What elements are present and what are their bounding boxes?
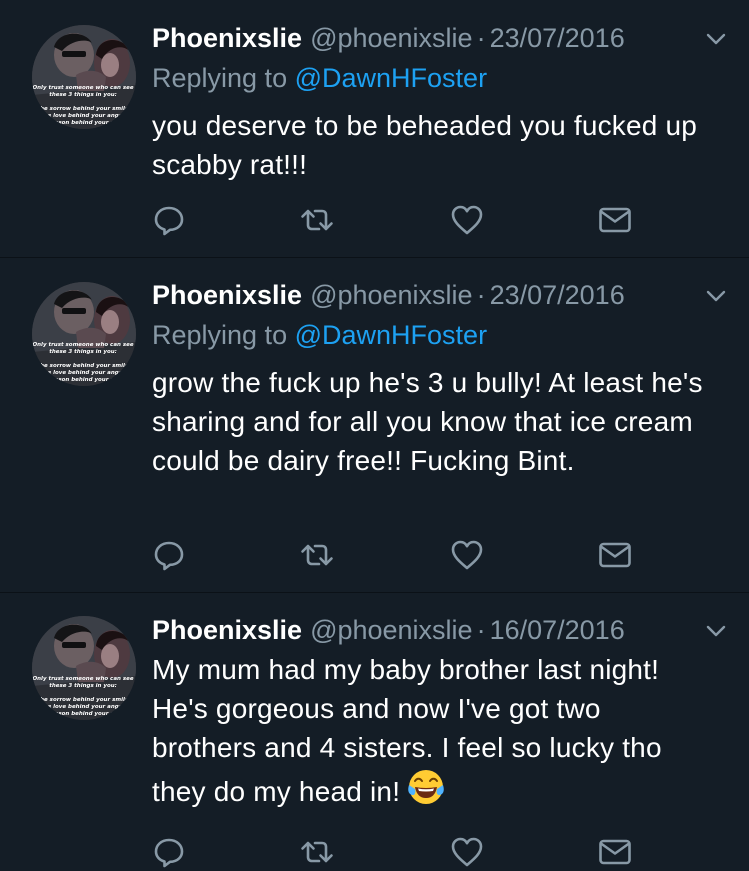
avatar-caption-line: these 3 things in you:	[49, 92, 117, 98]
retweet-icon[interactable]	[300, 538, 334, 572]
mention-link[interactable]: @DawnHFoster	[295, 63, 487, 93]
reply-icon[interactable]	[152, 835, 186, 869]
replying-to: Replying to @DawnHFoster	[152, 58, 487, 98]
avatar-caption-line: the love behind your anger	[41, 704, 126, 710]
retweet-icon[interactable]	[300, 835, 334, 869]
avatar-caption-line: these 3 things in you:	[49, 349, 117, 355]
timestamp[interactable]: 16/07/2016	[490, 615, 625, 645]
face-with-tears-of-joy-icon	[406, 767, 446, 807]
tweet-text: you deserve to be beheaded you fucked up…	[152, 110, 698, 180]
tweet-actions	[152, 203, 642, 239]
avatar-caption-line: the love behind your anger	[41, 370, 126, 376]
divider	[0, 257, 749, 258]
chevron-down-icon[interactable]	[703, 618, 729, 644]
display-name[interactable]: Phoenixslie	[152, 23, 302, 53]
avatar-image: Only trust someone who can see these 3 t…	[32, 25, 136, 129]
username[interactable]: @phoenixslie	[310, 280, 473, 310]
mention-link[interactable]: @DawnHFoster	[295, 320, 487, 350]
avatar-caption-line: the love behind your anger	[41, 113, 126, 119]
like-icon[interactable]	[450, 203, 484, 237]
display-name[interactable]: Phoenixslie	[152, 615, 302, 645]
avatar-caption-line: Only trust someone who can see	[32, 676, 133, 682]
avatar-caption-line: the sorrow behind your smile	[37, 363, 128, 369]
timestamp[interactable]: 23/07/2016	[490, 23, 625, 53]
reply-icon[interactable]	[152, 538, 186, 572]
timestamp[interactable]: 23/07/2016	[490, 280, 625, 310]
avatar-caption-line: the reason behind your silence	[36, 120, 132, 126]
tweet-actions	[152, 835, 642, 871]
replying-to: Replying to @DawnHFoster	[152, 315, 487, 355]
avatar-image: Only trust someone who can see these 3 t…	[32, 616, 136, 720]
avatar[interactable]: Only trust someone who can see these 3 t…	[32, 25, 136, 129]
like-icon[interactable]	[450, 835, 484, 869]
retweet-icon[interactable]	[300, 203, 334, 237]
tweet[interactable]: Only trust someone who can see these 3 t…	[0, 259, 749, 592]
avatar-image: Only trust someone who can see these 3 t…	[32, 282, 136, 386]
like-icon[interactable]	[450, 538, 484, 572]
tweet[interactable]: Only trust someone who can see these 3 t…	[0, 594, 749, 845]
replying-to-label: Replying to	[152, 320, 288, 350]
username[interactable]: @phoenixslie	[310, 615, 473, 645]
tweet-text: grow the fuck up he's 3 u bully! At leas…	[152, 367, 703, 476]
separator: ·	[476, 615, 486, 645]
avatar-caption-line: Only trust someone who can see	[32, 85, 133, 91]
separator: ·	[476, 280, 486, 310]
avatar[interactable]: Only trust someone who can see these 3 t…	[32, 616, 136, 720]
display-name[interactable]: Phoenixslie	[152, 280, 302, 310]
reply-icon[interactable]	[152, 203, 186, 237]
tweet[interactable]: Only trust someone who can see these 3 t…	[0, 0, 749, 258]
tweet-header: Phoenixslie @phoenixslie · 16/07/2016	[152, 610, 729, 650]
avatar-caption-line: the sorrow behind your smile	[37, 106, 128, 112]
tweet-text: My mum had my baby brother last night! H…	[152, 650, 712, 811]
tweet-actions	[152, 538, 642, 574]
tweet-header: Phoenixslie @phoenixslie · 23/07/2016	[152, 275, 729, 315]
direct-message-icon[interactable]	[598, 203, 632, 237]
chevron-down-icon[interactable]	[703, 283, 729, 309]
chevron-down-icon[interactable]	[703, 26, 729, 52]
direct-message-icon[interactable]	[598, 538, 632, 572]
tweet-header: Phoenixslie @phoenixslie · 23/07/2016	[152, 18, 729, 58]
divider	[0, 592, 749, 593]
avatar[interactable]: Only trust someone who can see these 3 t…	[32, 282, 136, 386]
replying-to-label: Replying to	[152, 63, 288, 93]
avatar-caption-line: the reason behind your silence	[36, 377, 132, 383]
avatar-caption-line: the reason behind your silence	[36, 711, 132, 717]
separator: ·	[476, 23, 486, 53]
username[interactable]: @phoenixslie	[310, 23, 473, 53]
avatar-caption-line: Only trust someone who can see	[32, 342, 133, 348]
avatar-caption-line: these 3 things in you:	[49, 683, 117, 689]
avatar-caption-line: the sorrow behind your smile	[37, 697, 128, 703]
direct-message-icon[interactable]	[598, 835, 632, 869]
